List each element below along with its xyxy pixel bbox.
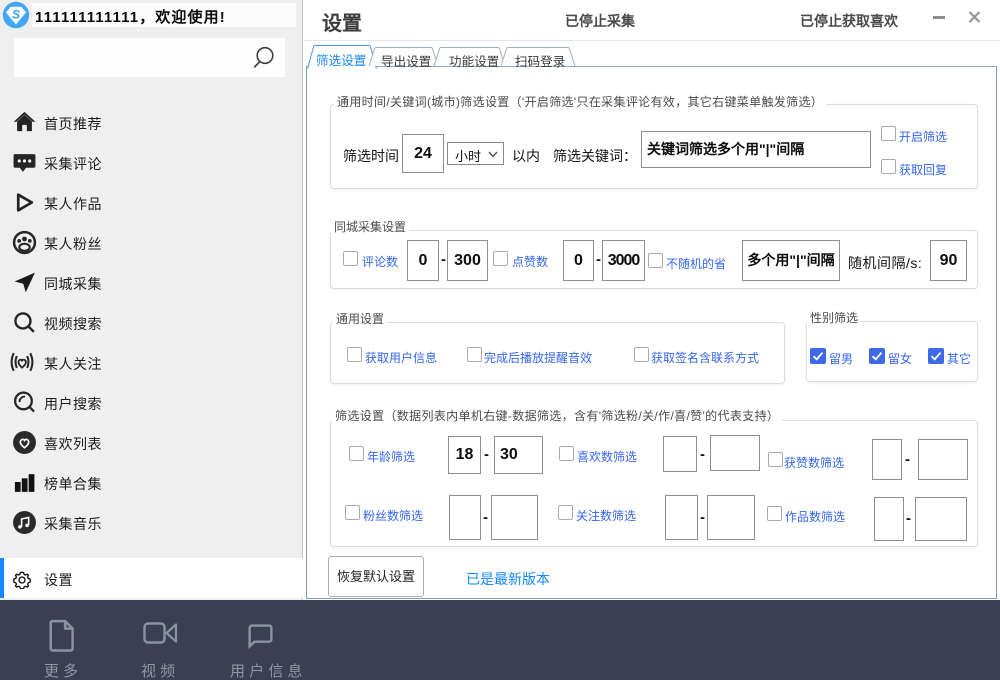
svg-text:S: S (12, 7, 20, 21)
